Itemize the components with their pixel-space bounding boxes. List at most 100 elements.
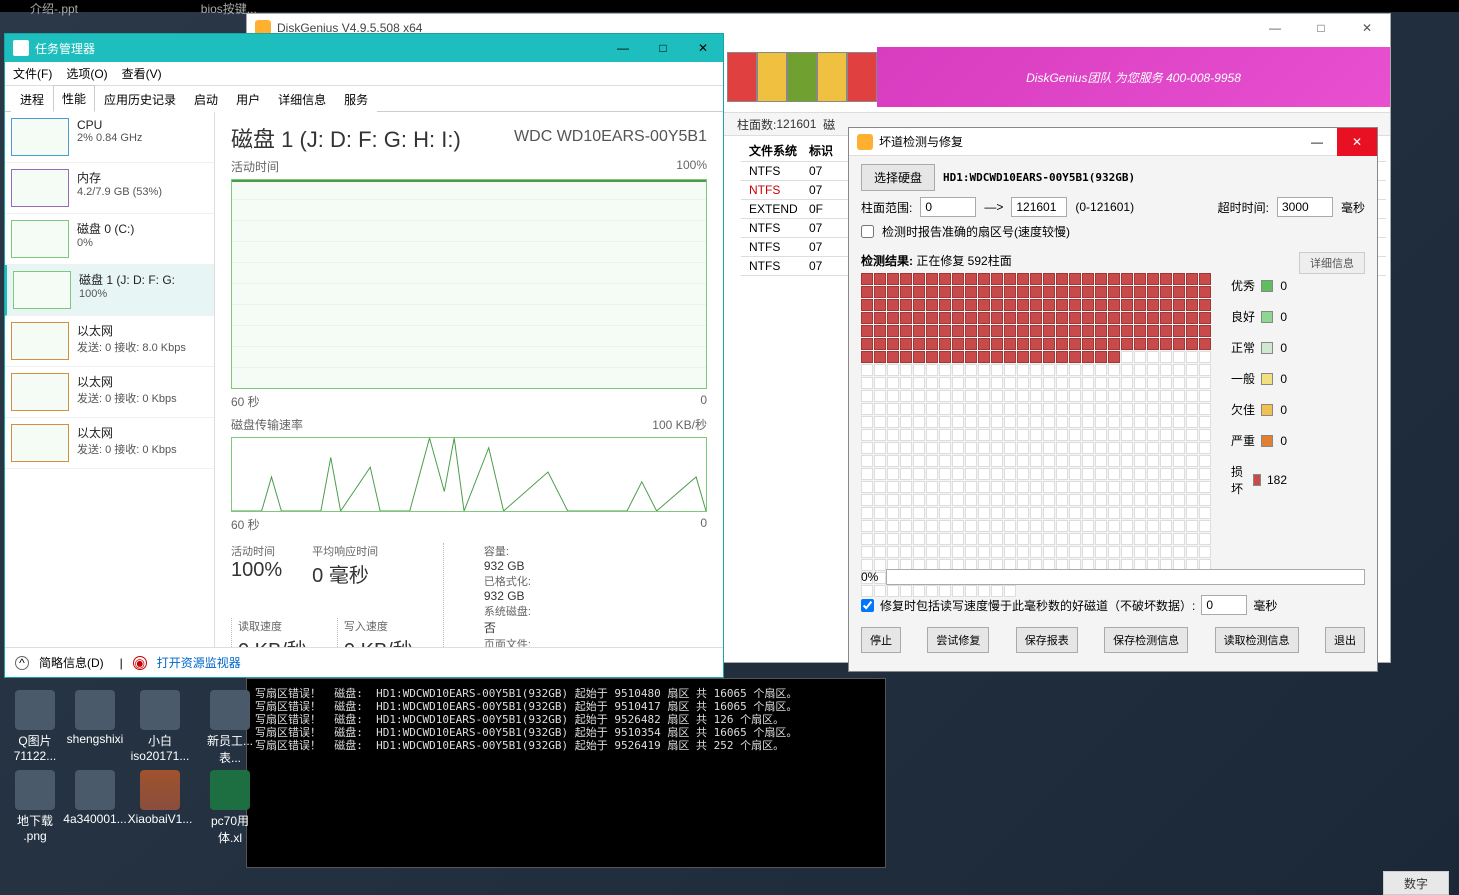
tm-app-icon — [13, 40, 29, 56]
fs-cell: NTFS — [749, 221, 809, 235]
open-resmon-link[interactable]: 打开资源监视器 — [157, 654, 241, 671]
console-output[interactable]: 写扇区错误！ 磁盘: HD1:WDCWD10EARS-00Y5B1(932GB)… — [246, 678, 886, 868]
tab-用户[interactable]: 用户 — [227, 86, 269, 112]
tab-性能[interactable]: 性能 — [53, 85, 95, 112]
sector-cell — [1095, 455, 1107, 467]
accurate-checkbox[interactable] — [861, 225, 874, 238]
sector-cell — [1160, 507, 1172, 519]
bs-action-button[interactable]: 读取检测信息 — [1215, 627, 1299, 653]
sector-cell — [1017, 286, 1029, 298]
sector-cell — [939, 325, 951, 337]
sector-cell — [926, 429, 938, 441]
sector-cell — [1004, 325, 1016, 337]
sidebar-item[interactable]: 以太网发送: 0 接收: 0 Kbps — [5, 367, 214, 418]
select-disk-button[interactable]: 选择硬盘 — [861, 164, 935, 191]
cyl-to-input[interactable] — [1011, 197, 1067, 217]
menu-options[interactable]: 选项(O) — [66, 65, 107, 82]
sector-cell — [887, 468, 899, 480]
desktop-icon[interactable]: pc70用 体.xl — [200, 770, 260, 846]
minimize-button[interactable]: — — [603, 34, 643, 62]
chevron-up-icon[interactable]: ^ — [15, 656, 29, 670]
banner-btn[interactable] — [787, 52, 817, 102]
sector-cell — [1108, 377, 1120, 389]
sector-cell — [913, 351, 925, 363]
sector-cell — [1186, 351, 1198, 363]
sidebar-item[interactable]: 以太网发送: 0 接收: 8.0 Kbps — [5, 316, 214, 367]
banner-btn[interactable] — [757, 52, 787, 102]
stat-value: 0 毫秒 — [312, 559, 378, 588]
bs-action-button[interactable]: 保存报表 — [1016, 627, 1078, 653]
close-button[interactable]: ✕ — [1344, 14, 1390, 42]
tm-tabs: 进程性能应用历史记录启动用户详细信息服务 — [5, 86, 723, 112]
sidebar-item[interactable]: 内存4.2/7.9 GB (53%) — [5, 163, 214, 214]
banner-btn[interactable] — [847, 52, 877, 102]
sector-cell — [900, 585, 912, 597]
sector-cell — [1121, 351, 1133, 363]
desktop-icon[interactable]: 新员工... 表... — [200, 690, 260, 766]
bs-action-button[interactable]: 尝试修复 — [927, 627, 989, 653]
tab-应用历史记录[interactable]: 应用历史记录 — [95, 86, 185, 112]
tab-服务[interactable]: 服务 — [335, 86, 377, 112]
sector-cell — [1030, 429, 1042, 441]
tm-titlebar[interactable]: 任务管理器 — □ ✕ — [5, 34, 723, 62]
bs-action-button[interactable]: 退出 — [1325, 627, 1365, 653]
sector-cell — [965, 468, 977, 480]
minimize-button[interactable]: — — [1252, 14, 1298, 42]
cyl-from-input[interactable] — [920, 197, 976, 217]
maximize-button[interactable]: □ — [1298, 14, 1344, 42]
dg-ad-banner[interactable]: DiskGenius团队 为您服务 400-008-9958 — [877, 47, 1390, 107]
sector-cell — [887, 299, 899, 311]
sidebar-item[interactable]: 磁盘 0 (C:)0% — [5, 214, 214, 265]
dg-window-controls: — □ ✕ — [1252, 14, 1390, 42]
desktop-icon[interactable]: Q图片 71122... — [5, 690, 65, 763]
timeout-input[interactable] — [1277, 197, 1333, 217]
tab-启动[interactable]: 启动 — [185, 86, 227, 112]
close-button[interactable]: ✕ — [683, 34, 723, 62]
desktop-icon[interactable]: 4a340001... — [65, 770, 125, 826]
tab-详细信息[interactable]: 详细信息 — [269, 86, 335, 112]
bs-action-button[interactable]: 停止 — [861, 627, 901, 653]
maximize-button[interactable]: □ — [643, 34, 683, 62]
close-button[interactable]: ✕ — [1337, 128, 1377, 156]
repair-slow-checkbox[interactable] — [861, 599, 874, 612]
sector-cell — [1004, 273, 1016, 285]
sector-cell — [991, 442, 1003, 454]
sector-cell — [926, 442, 938, 454]
mini-graph — [11, 424, 69, 462]
sidebar-item[interactable]: 以太网发送: 0 接收: 0 Kbps — [5, 418, 214, 469]
desktop-icon[interactable]: XiaobaiV1... — [130, 770, 190, 826]
banner-btn[interactable] — [817, 52, 847, 102]
desktop-icon[interactable]: 地下载 .png — [5, 770, 65, 843]
sector-cell — [1069, 325, 1081, 337]
sector-cell — [913, 273, 925, 285]
mini-graph — [11, 220, 69, 258]
sector-cell — [1017, 325, 1029, 337]
minimize-button[interactable]: — — [1297, 128, 1337, 156]
sidebar-item[interactable]: CPU2% 0.84 GHz — [5, 112, 214, 163]
menu-file[interactable]: 文件(F) — [13, 65, 52, 82]
bs-action-button[interactable]: 保存检测信息 — [1104, 627, 1188, 653]
sidebar-item[interactable]: 磁盘 1 (J: D: F: G:100% — [5, 265, 214, 316]
sector-cell — [978, 442, 990, 454]
sector-cell — [913, 377, 925, 389]
repair-threshold-input[interactable] — [1201, 595, 1247, 615]
detail-button[interactable]: 详细信息 — [1299, 252, 1365, 274]
menu-view[interactable]: 查看(V) — [122, 65, 162, 82]
tab-进程[interactable]: 进程 — [11, 86, 53, 112]
sector-cell — [1199, 494, 1211, 506]
sector-cell — [1082, 416, 1094, 428]
sector-cell — [1030, 442, 1042, 454]
taskbar-tray[interactable]: 数字 — [1383, 871, 1449, 895]
brief-info-link[interactable]: 简略信息(D) — [39, 654, 104, 671]
hdr-fs: 文件系统 — [749, 142, 809, 159]
sector-cell — [1069, 429, 1081, 441]
desktop-icon[interactable]: shengshixi — [65, 690, 125, 746]
sector-cell — [1043, 481, 1055, 493]
desktop-icon[interactable]: 小白 iso20171... — [130, 690, 190, 763]
sector-cell — [1186, 299, 1198, 311]
bs-titlebar[interactable]: 坏道检测与修复 — ✕ — [849, 128, 1377, 156]
sector-cell — [1173, 338, 1185, 350]
banner-btn[interactable] — [727, 52, 757, 102]
sector-cell — [952, 546, 964, 558]
sector-cell — [926, 546, 938, 558]
